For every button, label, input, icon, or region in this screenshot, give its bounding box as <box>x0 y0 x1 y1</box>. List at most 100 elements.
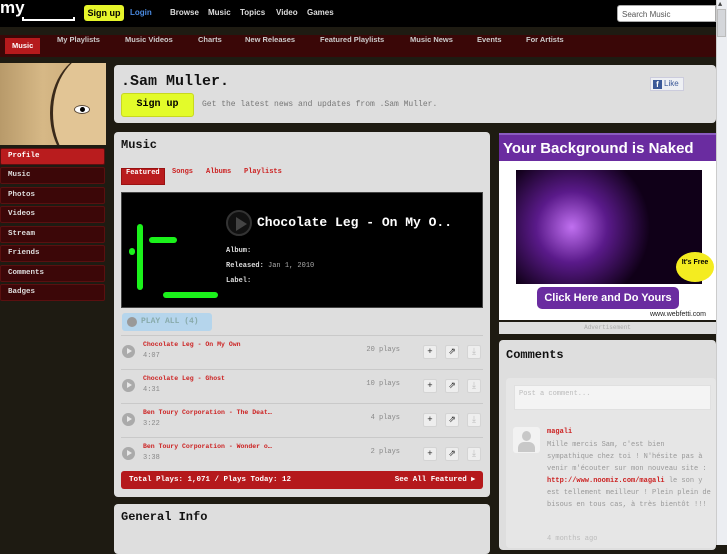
play-icon <box>127 317 137 327</box>
share-icon[interactable]: ⇗ <box>445 345 459 359</box>
song-plays: 2 plays <box>370 448 400 456</box>
nav-events[interactable]: Events <box>477 35 502 57</box>
album-art-bar <box>163 292 218 298</box>
song-row: Chocolate Leg - Ghost 4:31 10 plays + ⇗ … <box>121 369 483 403</box>
scrollbar-thumb[interactable] <box>717 9 726 37</box>
add-icon[interactable]: + <box>423 345 437 359</box>
scroll-up-icon[interactable]: ▲ <box>718 1 722 9</box>
sidebar-item-comments[interactable]: Comments <box>0 265 105 282</box>
album-art-dot <box>129 248 135 255</box>
plays-summary-bar: Total Plays: 1,071 / Plays Today: 12 See … <box>121 471 483 489</box>
released-value: Jan 1, 2010 <box>268 262 315 270</box>
play-icon[interactable] <box>122 379 135 392</box>
nav-new-releases[interactable]: New Releases <box>245 35 295 57</box>
signup-tagline: Get the latest news and updates from .Sa… <box>202 100 438 109</box>
nav-featured-playlists[interactable]: Featured Playlists <box>320 35 384 57</box>
facebook-icon: f <box>653 80 662 89</box>
song-plays: 10 plays <box>366 380 400 388</box>
song-row: Ben Toury Corporation - The Deat… 3:22 4… <box>121 403 483 437</box>
top-link-video[interactable]: Video <box>276 8 298 17</box>
artist-signup-button[interactable]: Sign up <box>121 93 194 117</box>
album-label: Album: <box>226 247 252 255</box>
song-title[interactable]: Ben Toury Corporation - Wonder o… <box>143 443 272 450</box>
song-duration: 4:31 <box>143 386 160 394</box>
facebook-like-button[interactable]: f Like <box>650 77 684 91</box>
add-icon[interactable]: + <box>423 379 437 393</box>
nav-my-playlists[interactable]: My Playlists <box>57 35 100 57</box>
song-duration: 3:22 <box>143 420 160 428</box>
play-all-label: PLAY ALL (4) <box>141 317 199 326</box>
ad-headline[interactable]: Your Background is Naked <box>499 133 716 161</box>
song-title[interactable]: Chocolate Leg - Ghost <box>143 375 225 382</box>
tab-albums[interactable]: Albums <box>206 168 231 185</box>
featured-play-button[interactable] <box>226 210 252 236</box>
logo[interactable]: my <box>0 0 25 18</box>
sidebar-item-photos[interactable]: Photos <box>0 187 105 204</box>
artist-name: .Sam Muller. <box>121 73 230 90</box>
tab-playlists[interactable]: Playlists <box>244 168 282 185</box>
ad-button[interactable]: Click Here and Do Yours <box>537 287 679 309</box>
add-icon[interactable]: + <box>423 447 437 461</box>
comment-input[interactable]: Post a comment... <box>514 385 711 410</box>
comment-time: 4 months ago <box>547 535 598 543</box>
share-icon[interactable]: ⇗ <box>445 447 459 461</box>
nav-music[interactable]: Music <box>5 38 41 54</box>
share-icon[interactable]: ⇗ <box>445 413 459 427</box>
song-duration: 3:38 <box>143 454 160 462</box>
add-icon[interactable]: + <box>423 413 437 427</box>
ad-image[interactable] <box>516 170 702 284</box>
song-title[interactable]: Chocolate Leg - On My Own <box>143 341 241 348</box>
featured-album: Album: <box>226 247 251 255</box>
top-link-games[interactable]: Games <box>307 8 334 17</box>
album-art-bar <box>137 224 143 290</box>
general-info-title: General Info <box>121 510 208 524</box>
comment-text-part: Mille mercis Sam, c'est bien sympathique… <box>547 441 707 473</box>
like-label: Like <box>664 79 679 88</box>
top-link-browse[interactable]: Browse <box>170 8 199 17</box>
nav-for-artists[interactable]: For Artists <box>526 35 564 57</box>
play-all-button[interactable]: PLAY ALL (4) <box>122 313 212 331</box>
play-icon[interactable] <box>122 413 135 426</box>
comment-author[interactable]: magali <box>547 428 572 436</box>
top-signup-button[interactable]: Sign up <box>84 5 124 21</box>
nav-music-videos[interactable]: Music Videos <box>125 35 173 57</box>
sidebar-item-videos[interactable]: Videos <box>0 206 105 223</box>
comment-text: Mille mercis Sam, c'est bien sympathique… <box>547 439 712 511</box>
sidebar-item-profile[interactable]: Profile <box>0 148 105 165</box>
download-icon[interactable]: ⤓ <box>467 413 481 427</box>
sidebar-item-stream[interactable]: Stream <box>0 226 105 243</box>
see-all-featured-link[interactable]: See All Featured ▸ <box>395 471 475 489</box>
login-link[interactable]: Login <box>130 8 152 17</box>
sidebar-item-badges[interactable]: Badges <box>0 284 105 301</box>
profile-photo <box>0 63 106 145</box>
song-row: Chocolate Leg - On My Own 4:07 20 plays … <box>121 335 483 369</box>
tab-featured[interactable]: Featured <box>121 168 165 185</box>
record-label-label: Label: <box>226 277 252 285</box>
top-link-music[interactable]: Music <box>208 8 231 17</box>
sidebar-item-friends[interactable]: Friends <box>0 245 105 262</box>
top-link-topics[interactable]: Topics <box>240 8 265 17</box>
play-icon[interactable] <box>122 345 135 358</box>
download-icon[interactable]: ⤓ <box>467 345 481 359</box>
sidebar-item-music[interactable]: Music <box>0 167 105 184</box>
song-plays: 20 plays <box>366 346 400 354</box>
nav-charts[interactable]: Charts <box>198 35 222 57</box>
comment-link[interactable]: http://www.noomiz.com/magali <box>547 477 665 485</box>
featured-record-label: Label: <box>226 277 251 285</box>
play-icon[interactable] <box>122 447 135 460</box>
avatar[interactable] <box>513 427 540 453</box>
download-icon[interactable]: ⤓ <box>467 447 481 461</box>
album-art-bar <box>149 237 177 243</box>
ad-badge: It's Free <box>676 252 714 282</box>
scrollbar[interactable] <box>716 0 727 545</box>
comments-title: Comments <box>506 348 564 362</box>
featured-song-title[interactable]: Chocolate Leg - On My O.. <box>257 215 452 230</box>
nav-music-news[interactable]: Music News <box>410 35 453 57</box>
tab-songs[interactable]: Songs <box>172 168 193 185</box>
search-input[interactable]: Search Music <box>617 5 716 22</box>
download-icon[interactable]: ⤓ <box>467 379 481 393</box>
song-title[interactable]: Ben Toury Corporation - The Deat… <box>143 409 272 416</box>
total-plays: Total Plays: 1,071 / Plays Today: 12 <box>129 476 292 484</box>
share-icon[interactable]: ⇗ <box>445 379 459 393</box>
ad-url: www.webfetti.com <box>650 311 707 318</box>
